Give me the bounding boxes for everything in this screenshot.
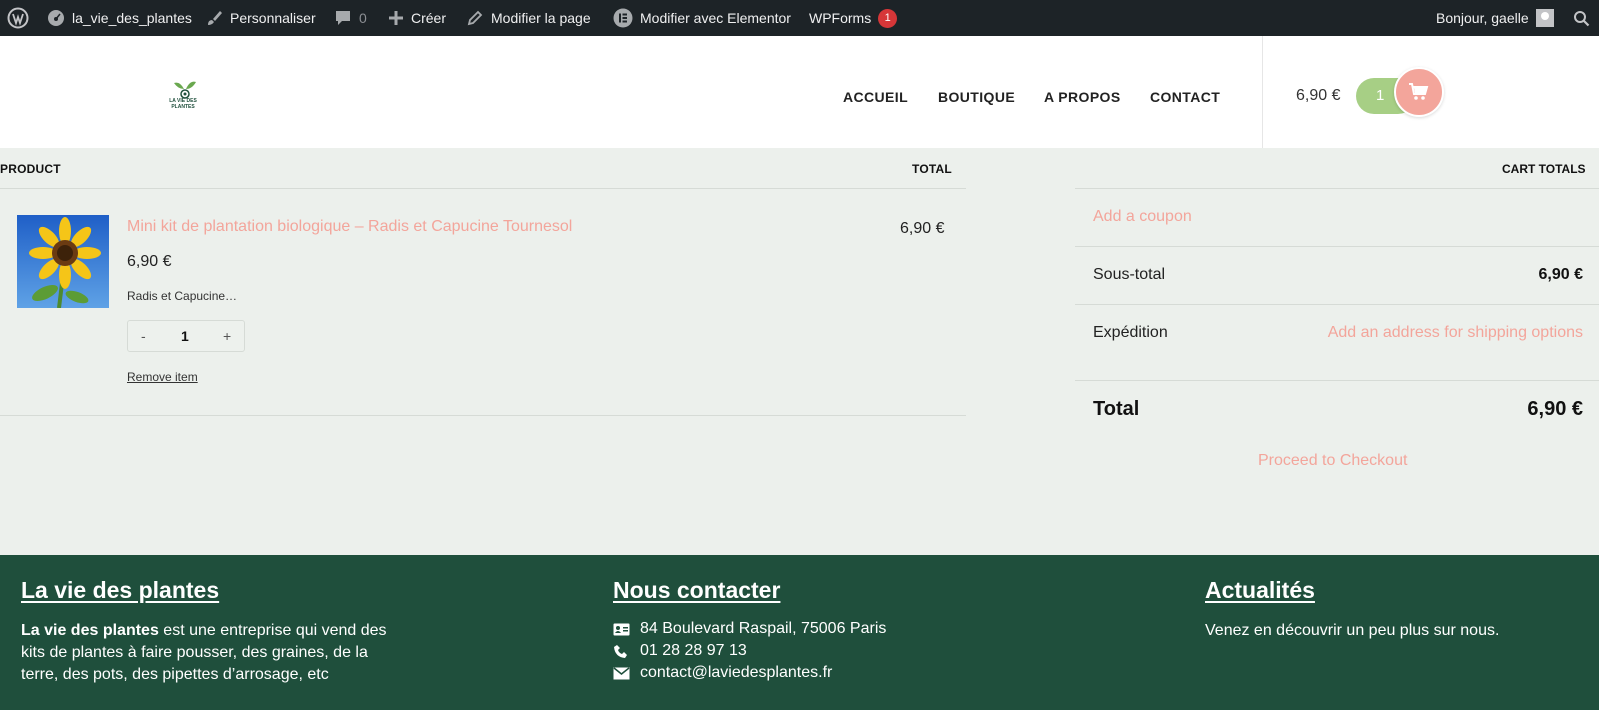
- contact-email-text: contact@laviedesplantes.fr: [640, 664, 833, 681]
- totals-header-divider: [1075, 188, 1599, 189]
- account-menu[interactable]: Bonjour, gaelle: [1436, 0, 1554, 36]
- pencil-icon: [467, 10, 483, 26]
- search-icon[interactable]: [1573, 0, 1590, 36]
- header-divider: [1262, 36, 1263, 148]
- address-card-icon: [613, 623, 630, 635]
- site-logo[interactable]: LA VIE DES PLANTES: [166, 77, 206, 115]
- remove-item-link[interactable]: Remove item: [127, 370, 198, 384]
- quantity-stepper: - 1 +: [127, 320, 245, 352]
- comments-link[interactable]: 0: [334, 0, 367, 36]
- column-header-product: PRODUCT: [0, 162, 61, 176]
- totals-divider: [1075, 380, 1599, 381]
- total-label: Total: [1093, 398, 1140, 420]
- footer-about-text: La vie des plantes est une entreprise qu…: [21, 620, 421, 686]
- create-link[interactable]: Créer: [388, 0, 446, 36]
- comments-count: 0: [359, 10, 367, 26]
- contact-phone[interactable]: 01 28 28 97 13: [613, 642, 747, 660]
- column-header-total: TOTAL: [912, 162, 952, 176]
- comment-icon: [336, 11, 350, 25]
- elementor-icon: [613, 8, 633, 28]
- dashboard-icon: [48, 10, 64, 26]
- edit-elementor-label: Modifier avec Elementor: [640, 10, 791, 26]
- wpforms-label: WPForms: [809, 10, 872, 26]
- site-name-label: la_vie_des_plantes: [72, 10, 192, 26]
- edit-page-label: Modifier la page: [491, 10, 591, 26]
- footer-about-line3: terre, des pots, des pipettes d’arrosage…: [21, 666, 329, 683]
- shipping-label: Expédition: [1093, 324, 1168, 341]
- nav-a-propos[interactable]: A PROPOS: [1044, 89, 1121, 105]
- totals-divider: [1075, 246, 1599, 247]
- site-footer: La vie des plantes La vie des plantes es…: [0, 555, 1599, 710]
- nav-accueil[interactable]: ACCUEIL: [843, 89, 908, 105]
- add-coupon-link[interactable]: Add a coupon: [1093, 208, 1192, 226]
- brush-icon: [208, 11, 222, 25]
- plus-icon: [389, 11, 403, 25]
- subtotal-label: Sous-total: [1093, 266, 1166, 283]
- wordpress-logo-icon[interactable]: [7, 0, 29, 36]
- product-name-link[interactable]: Mini kit de plantation biologique – Radi…: [127, 218, 572, 236]
- cart-totals-title: CART TOTALS: [1502, 162, 1586, 176]
- create-label: Créer: [411, 10, 447, 26]
- footer-about-title: La vie des plantes: [21, 577, 220, 603]
- shopping-cart-icon: [1409, 83, 1429, 100]
- admin-bar: la_vie_des_plantes Personnaliser 0 Créer…: [0, 0, 1599, 36]
- footer-news-text: Venez en découvrir un peu plus sur nous.: [1205, 622, 1500, 639]
- sunflower-image: [17, 215, 109, 308]
- footer-contact-title: Nous contacter: [613, 577, 781, 603]
- envelope-icon: [613, 666, 630, 679]
- wpforms-notification-badge: 1: [878, 8, 898, 28]
- customize-label: Personnaliser: [230, 10, 316, 26]
- footer-about-line2: kits de plantes à faire pousser, des gra…: [21, 644, 368, 661]
- nav-boutique[interactable]: BOUTIQUE: [938, 89, 1015, 105]
- total-value: 6,90 €: [1527, 398, 1583, 420]
- table-bottom-divider: [0, 415, 966, 416]
- footer-about-bold: La vie des plantes: [21, 622, 159, 639]
- avatar: [1535, 9, 1554, 27]
- quantity-input[interactable]: 1: [181, 328, 189, 344]
- site-header: LA VIE DES PLANTES ACCUEIL BOUTIQUE A PR…: [0, 36, 1599, 148]
- nav-contact[interactable]: CONTACT: [1150, 89, 1220, 105]
- product-description: Radis et Capucine…: [127, 289, 238, 303]
- line-total: 6,90 €: [900, 220, 945, 237]
- phone-icon: [614, 644, 627, 658]
- contact-phone-text: 01 28 28 97 13: [640, 642, 747, 659]
- quantity-increase-button[interactable]: +: [223, 328, 231, 344]
- greeting-label: Bonjour, gaelle: [1436, 10, 1529, 26]
- site-name-link[interactable]: la_vie_des_plantes: [47, 0, 192, 36]
- cart-count: 1: [1376, 87, 1385, 104]
- wpforms-link[interactable]: WPForms 1: [809, 0, 898, 36]
- shipping-address-link[interactable]: Add an address for shipping options: [1328, 324, 1583, 342]
- customize-link[interactable]: Personnaliser: [205, 0, 316, 36]
- edit-elementor-link[interactable]: Modifier avec Elementor: [613, 0, 791, 36]
- proceed-to-checkout-button[interactable]: Proceed to Checkout: [1258, 452, 1407, 470]
- footer-news-title: Actualités: [1205, 577, 1315, 603]
- edit-page-link[interactable]: Modifier la page: [466, 0, 591, 36]
- contact-email[interactable]: contact@laviedesplantes.fr: [613, 664, 832, 682]
- subtotal-value: 6,90 €: [1538, 266, 1583, 283]
- table-header-divider: [0, 188, 966, 189]
- cart-button[interactable]: [1394, 67, 1444, 117]
- header-cart-total[interactable]: 6,90 €: [1296, 87, 1340, 105]
- footer-about-line1: est une entreprise qui vend des: [158, 622, 387, 639]
- contact-address: 84 Boulevard Raspail, 75006 Paris: [613, 620, 886, 638]
- totals-divider: [1075, 304, 1599, 305]
- logo-text: LA VIE DES PLANTES: [169, 98, 197, 110]
- product-price: 6,90 €: [127, 253, 172, 270]
- product-thumbnail[interactable]: [17, 215, 109, 308]
- quantity-decrease-button[interactable]: -: [141, 328, 146, 344]
- contact-address-text: 84 Boulevard Raspail, 75006 Paris: [640, 620, 887, 637]
